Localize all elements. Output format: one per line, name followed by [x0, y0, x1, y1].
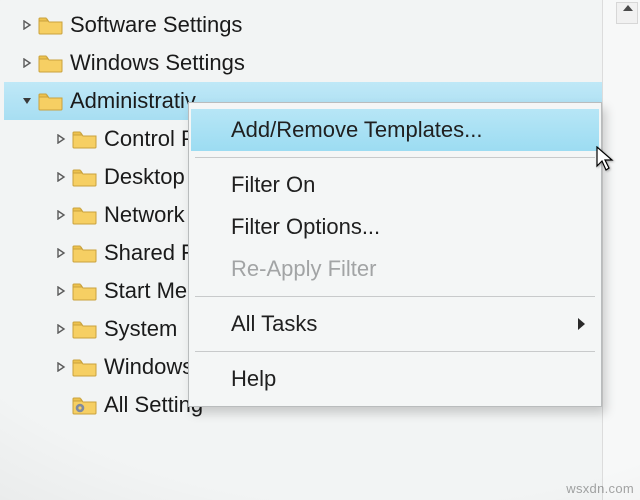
- caret-right-icon[interactable]: [18, 16, 36, 34]
- menu-item-label: Help: [231, 366, 276, 391]
- folder-icon: [72, 128, 98, 150]
- menu-item-label: Filter On: [231, 172, 315, 197]
- watermark-text: wsxdn.com: [566, 481, 634, 496]
- tree-item-label: Control P: [104, 120, 196, 158]
- tree-item-label: Network: [104, 196, 185, 234]
- caret-right-icon[interactable]: [52, 358, 70, 376]
- menu-item-label: Re-Apply Filter: [231, 256, 376, 281]
- menu-separator: [195, 351, 595, 352]
- vertical-scrollbar[interactable]: [602, 0, 640, 500]
- folder-icon: [72, 280, 98, 302]
- menu-item-label: All Tasks: [231, 311, 317, 336]
- folder-icon: [38, 14, 64, 36]
- caret-right-icon[interactable]: [52, 320, 70, 338]
- menu-item-add-remove-templates[interactable]: Add/Remove Templates...: [191, 109, 599, 151]
- folder-icon: [38, 90, 64, 112]
- menu-item-all-tasks[interactable]: All Tasks: [191, 303, 599, 345]
- submenu-arrow-icon: [578, 318, 585, 330]
- caret-right-icon[interactable]: [52, 168, 70, 186]
- caret-right-icon[interactable]: [52, 244, 70, 262]
- tree-item-label: Administrativ: [70, 82, 196, 120]
- tree-item-windows-settings[interactable]: Windows Settings: [4, 44, 640, 82]
- folder-icon: [72, 242, 98, 264]
- menu-item-filter-options[interactable]: Filter Options...: [191, 206, 599, 248]
- menu-item-reapply-filter: Re-Apply Filter: [191, 248, 599, 290]
- caret-right-icon[interactable]: [52, 206, 70, 224]
- tree-item-label: Windows Settings: [70, 44, 245, 82]
- tree-item-label: Desktop: [104, 158, 185, 196]
- tree-item-label: Windows: [104, 348, 193, 386]
- tree-item-label: Software Settings: [70, 6, 242, 44]
- tree-item-label: System: [104, 310, 177, 348]
- folder-icon: [72, 204, 98, 226]
- menu-item-filter-on[interactable]: Filter On: [191, 164, 599, 206]
- settings-folder-icon: [72, 394, 98, 416]
- folder-icon: [72, 356, 98, 378]
- caret-right-icon[interactable]: [18, 54, 36, 72]
- tree-item-label: Start Mer: [104, 272, 194, 310]
- caret-right-icon[interactable]: [52, 130, 70, 148]
- menu-item-help[interactable]: Help: [191, 358, 599, 400]
- caret-none: [52, 396, 70, 414]
- folder-icon: [72, 166, 98, 188]
- menu-item-label: Filter Options...: [231, 214, 380, 239]
- menu-separator: [195, 296, 595, 297]
- context-menu: Add/Remove Templates... Filter On Filter…: [188, 102, 602, 407]
- caret-right-icon[interactable]: [52, 282, 70, 300]
- scroll-up-arrow-icon[interactable]: [623, 5, 633, 11]
- menu-separator: [195, 157, 595, 158]
- tree-item-software-settings[interactable]: Software Settings: [4, 6, 640, 44]
- folder-icon: [38, 52, 64, 74]
- folder-icon: [72, 318, 98, 340]
- caret-down-icon[interactable]: [18, 92, 36, 110]
- menu-item-label: Add/Remove Templates...: [231, 117, 483, 142]
